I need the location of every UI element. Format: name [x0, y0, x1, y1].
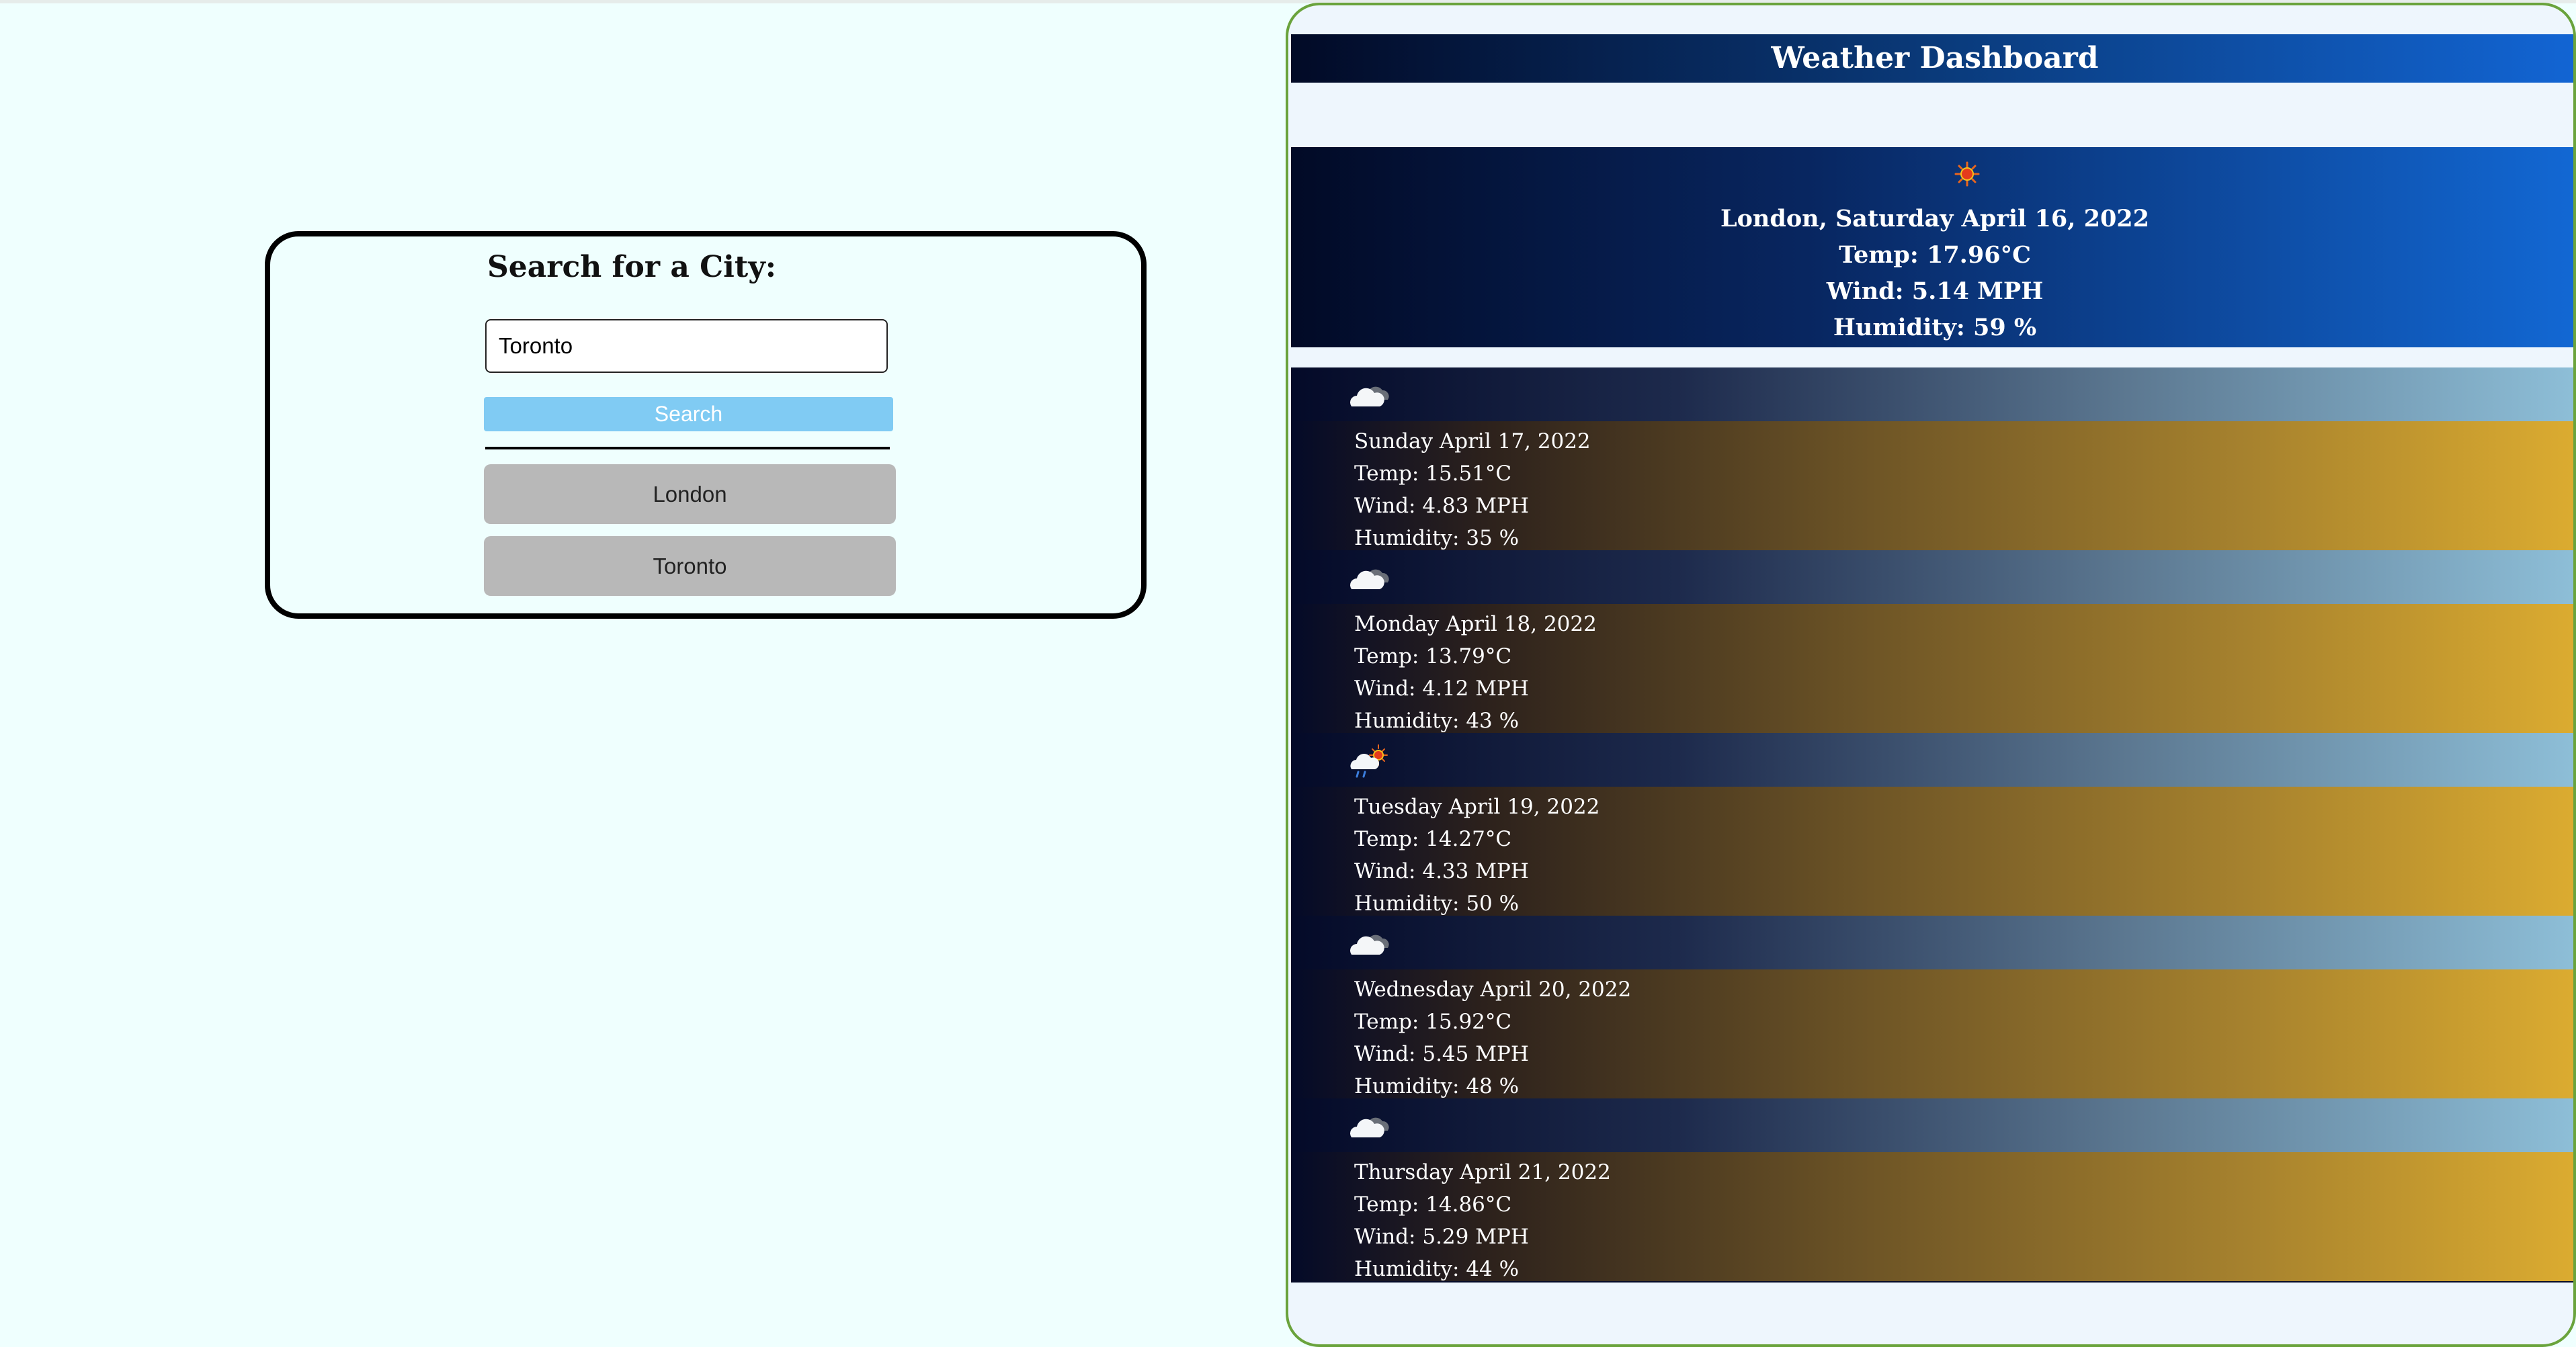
sun-icon — [1954, 161, 1981, 187]
forecast-day: Sunday April 17, 2022 Temp: 15.51°C Wind… — [1291, 367, 2573, 550]
history-button-toronto[interactable]: Toronto — [484, 536, 896, 596]
current-temp: Temp: 17.96°C — [1839, 241, 2031, 269]
forecast-humidity: Humidity: 35 % — [1354, 526, 1520, 550]
cloud-icon — [1345, 374, 1393, 415]
dashboard-title: Weather Dashboard — [1291, 34, 2573, 83]
current-humidity: Humidity: 59 % — [1833, 314, 2037, 341]
forecast-list: Sunday April 17, 2022 Temp: 15.51°C Wind… — [1291, 367, 2573, 1283]
forecast-temp: Temp: 15.51°C — [1354, 462, 1512, 486]
forecast-date: Tuesday April 19, 2022 — [1354, 795, 1600, 819]
search-title: Search for a City: — [487, 250, 777, 284]
forecast-day: Monday April 18, 2022 Temp: 13.79°C Wind… — [1291, 550, 2573, 733]
forecast-date: Thursday April 21, 2022 — [1354, 1160, 1611, 1184]
rain-sun-icon — [1345, 740, 1393, 780]
forecast-date: Monday April 18, 2022 — [1354, 612, 1597, 636]
forecast-wind: Wind: 4.12 MPH — [1354, 677, 1529, 701]
history-button-london[interactable]: London — [484, 464, 896, 524]
current-weather: London, Saturday April 16, 2022 Temp: 17… — [1291, 147, 2573, 347]
forecast-day: Tuesday April 19, 2022 Temp: 14.27°C Win… — [1291, 733, 2573, 916]
forecast-wind: Wind: 5.45 MPH — [1354, 1042, 1529, 1066]
forecast-temp: Temp: 13.79°C — [1354, 644, 1512, 668]
forecast-day: Thursday April 21, 2022 Temp: 14.86°C Wi… — [1291, 1098, 2573, 1281]
forecast-date: Wednesday April 20, 2022 — [1354, 977, 1632, 1002]
forecast-temp: Temp: 14.86°C — [1354, 1192, 1512, 1217]
current-city-date: London, Saturday April 16, 2022 — [1720, 205, 2150, 232]
current-wind: Wind: 5.14 MPH — [1826, 277, 2044, 305]
cloud-icon — [1345, 922, 1393, 963]
forecast-humidity: Humidity: 44 % — [1354, 1257, 1520, 1281]
forecast-temp: Temp: 15.92°C — [1354, 1010, 1512, 1034]
city-search-input[interactable] — [485, 319, 888, 373]
cloud-icon — [1345, 1105, 1393, 1145]
forecast-wind: Wind: 4.33 MPH — [1354, 859, 1529, 883]
weather-dashboard: Weather Dashboard London, Saturday April… — [1286, 3, 2576, 1347]
forecast-humidity: Humidity: 43 % — [1354, 709, 1520, 733]
search-button[interactable]: Search — [484, 397, 893, 431]
search-divider — [485, 447, 890, 449]
cloud-icon — [1345, 557, 1393, 597]
forecast-temp: Temp: 14.27°C — [1354, 827, 1512, 851]
forecast-humidity: Humidity: 50 % — [1354, 892, 1520, 916]
forecast-wind: Wind: 5.29 MPH — [1354, 1225, 1529, 1249]
forecast-humidity: Humidity: 48 % — [1354, 1074, 1520, 1098]
forecast-day: Wednesday April 20, 2022 Temp: 15.92°C W… — [1291, 916, 2573, 1098]
forecast-wind: Wind: 4.83 MPH — [1354, 494, 1529, 518]
forecast-date: Sunday April 17, 2022 — [1354, 429, 1591, 453]
